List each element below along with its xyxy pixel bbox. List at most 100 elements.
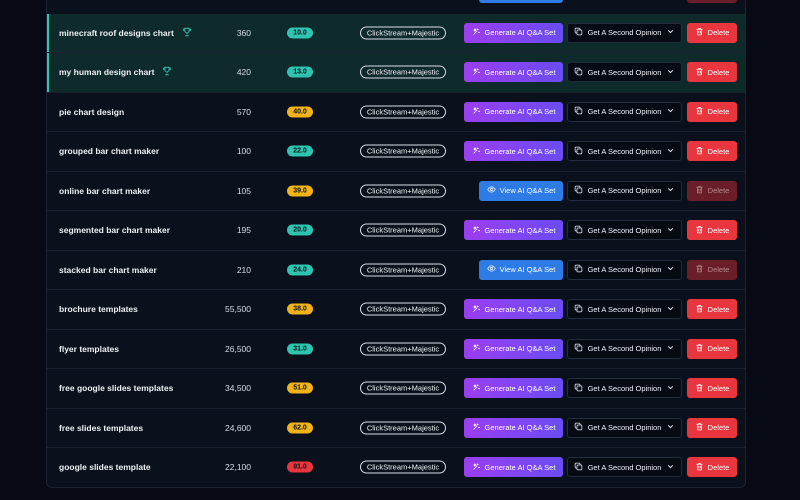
second-opinion-dropdown[interactable]: Get A Second Opinion — [567, 457, 682, 478]
trophy-icon — [162, 66, 172, 78]
keyword-text: online bar chart maker — [59, 185, 151, 196]
difficulty-score-badge: 39.0 — [287, 185, 313, 197]
copy-icon — [574, 422, 583, 433]
table-row[interactable]: my human design chart 420 13.0 ClickStream+… — [47, 53, 745, 93]
search-volume: 210 — [236, 264, 251, 275]
difficulty-score-badge: 31.0 — [287, 343, 313, 355]
table-row[interactable]: free slides templates 24,600 62.0 ClickStre… — [47, 409, 745, 448]
copy-icon — [574, 27, 583, 38]
generate-qa-set-label: Generate AI Q&A Set — [484, 28, 556, 38]
search-volume: 24,600 — [225, 422, 251, 433]
eye-icon — [486, 185, 496, 196]
chevron-down-icon — [666, 304, 675, 315]
difficulty-score-badge: 40.0 — [287, 106, 313, 118]
keyword-text: segmented bar chart maker — [59, 225, 171, 236]
second-opinion-dropdown[interactable]: Get A Second Opinion — [567, 378, 682, 399]
table-row[interactable]: free google slides templates 34,500 51.0 Cl… — [47, 369, 745, 409]
table-row[interactable]: grouped bar chart maker 100 22.0 ClickStrea… — [47, 132, 745, 172]
view-qa-set-button[interactable]: View AI Q&A Set — [479, 259, 563, 280]
view-qa-set-button[interactable]: View AI Q&A Set — [479, 180, 563, 201]
generate-qa-set-label: Generate AI Q&A Set — [484, 423, 556, 433]
table-row[interactable]: stacked bar chart maker 210 24.0 ClickStrea… — [47, 251, 745, 290]
sparkle-icon — [472, 146, 481, 157]
generate-qa-set-button[interactable]: Generate AI Q&A Set — [464, 62, 563, 83]
data-source-badge: ClickStream+Majestic — [360, 263, 446, 277]
second-opinion-dropdown[interactable]: Get A Second Opinion — [567, 299, 682, 320]
delete-button[interactable]: Delete — [687, 259, 737, 280]
data-source-badge: ClickStream+Majestic — [360, 460, 446, 474]
table-row[interactable]: brochure templates 55,500 38.0 ClickStream+… — [47, 290, 745, 330]
delete-button[interactable]: Delete — [687, 62, 737, 83]
delete-label: Delete — [707, 28, 730, 38]
search-volume: 55,500 — [225, 304, 251, 315]
generate-qa-set-button[interactable]: Generate AI Q&A Set — [464, 101, 563, 122]
difficulty-score-badge: 24.0 — [287, 264, 313, 276]
delete-label: Delete — [707, 462, 730, 472]
second-opinion-dropdown[interactable]: Get A Second Opinion — [567, 259, 682, 280]
generate-qa-set-button[interactable]: Generate AI Q&A Set — [464, 417, 563, 438]
keyword-cell: segmented bar chart maker — [59, 211, 170, 250]
keyword-cell: flyer templates — [59, 330, 119, 369]
delete-button[interactable]: Delete — [687, 299, 737, 320]
delete-button[interactable]: Delete — [687, 220, 737, 241]
delete-label: Delete — [707, 423, 730, 433]
generate-qa-set-button[interactable]: Generate AI Q&A Set — [464, 220, 563, 241]
chevron-down-icon — [666, 264, 675, 275]
delete-button[interactable]: Delete — [687, 417, 737, 438]
data-source-badge: ClickStream+Majestic — [360, 144, 446, 158]
second-opinion-dropdown[interactable]: Get A Second Opinion — [567, 180, 682, 201]
delete-button[interactable]: Delete — [687, 378, 737, 399]
trophy-icon — [182, 27, 192, 39]
keyword-cell: free google slides templates — [59, 369, 173, 408]
generate-qa-set-button[interactable]: Generate AI Q&A Set — [464, 299, 563, 320]
table-row[interactable]: pie chart design 570 40.0 ClickStream+Majes… — [47, 93, 745, 132]
second-opinion-dropdown[interactable]: Get A Second Opinion — [567, 101, 682, 122]
keyword-text: free google slides templates — [59, 383, 174, 394]
second-opinion-dropdown[interactable]: Get A Second Opinion — [567, 417, 682, 438]
sparkle-icon — [472, 67, 481, 78]
delete-button[interactable]: Delete — [687, 457, 737, 478]
generate-qa-set-button[interactable]: Generate AI Q&A Set — [464, 457, 563, 478]
generate-qa-set-button[interactable]: Generate AI Q&A Set — [464, 378, 563, 399]
table-row[interactable]: google slides template 22,100 91.0 ClickStr… — [47, 448, 745, 487]
trash-icon — [695, 462, 704, 473]
keyword-cell: pie chart design — [59, 93, 124, 132]
table-row[interactable]: online bar chart maker 105 39.0 ClickStream… — [47, 172, 745, 211]
delete-label: Delete — [707, 67, 730, 77]
delete-button[interactable]: Delete — [687, 101, 737, 122]
data-source-badge: ClickStream+Majestic — [360, 381, 446, 395]
delete-button-partial[interactable] — [687, 0, 737, 3]
delete-button[interactable]: Delete — [687, 338, 737, 359]
keyword-text: brochure templates — [59, 304, 138, 315]
copy-icon — [574, 304, 583, 315]
table-row[interactable]: minecraft roof designs chart 360 10.0 Click… — [47, 13, 745, 53]
second-opinion-label: Get A Second Opinion — [587, 423, 662, 433]
second-opinion-dropdown[interactable]: Get A Second Opinion — [567, 220, 682, 241]
view-qa-button-partial[interactable] — [479, 0, 563, 3]
trash-icon — [695, 185, 704, 196]
difficulty-score-badge: 62.0 — [287, 422, 313, 434]
second-opinion-label: Get A Second Opinion — [587, 383, 662, 393]
second-opinion-dropdown[interactable]: Get A Second Opinion — [567, 62, 682, 83]
generate-qa-set-button[interactable]: Generate AI Q&A Set — [464, 141, 563, 162]
generate-qa-set-button[interactable]: Generate AI Q&A Set — [464, 22, 563, 43]
keyword-text: stacked bar chart maker — [59, 264, 157, 275]
table-row[interactable]: segmented bar chart maker 195 20.0 ClickStr… — [47, 211, 745, 251]
difficulty-score-badge: 22.0 — [287, 145, 313, 157]
chevron-down-icon — [666, 462, 675, 473]
generate-qa-set-label: Generate AI Q&A Set — [484, 383, 556, 393]
table-row[interactable]: flyer templates 26,500 31.0 ClickStream+Maj… — [47, 330, 745, 369]
sparkle-icon — [472, 225, 481, 236]
delete-button[interactable]: Delete — [687, 180, 737, 201]
generate-qa-set-button[interactable]: Generate AI Q&A Set — [464, 338, 563, 359]
delete-button[interactable]: Delete — [687, 22, 737, 43]
delete-label: Delete — [707, 383, 730, 393]
second-opinion-dropdown[interactable]: Get A Second Opinion — [567, 141, 682, 162]
second-opinion-dropdown[interactable]: Get A Second Opinion — [567, 338, 682, 359]
data-source-badge: ClickStream+Majestic — [360, 65, 446, 79]
second-opinion-dropdown[interactable]: Get A Second Opinion — [567, 22, 682, 43]
copy-icon — [574, 343, 583, 354]
second-opinion-label: Get A Second Opinion — [587, 462, 662, 472]
delete-button[interactable]: Delete — [687, 141, 737, 162]
search-volume: 26,500 — [225, 343, 251, 354]
